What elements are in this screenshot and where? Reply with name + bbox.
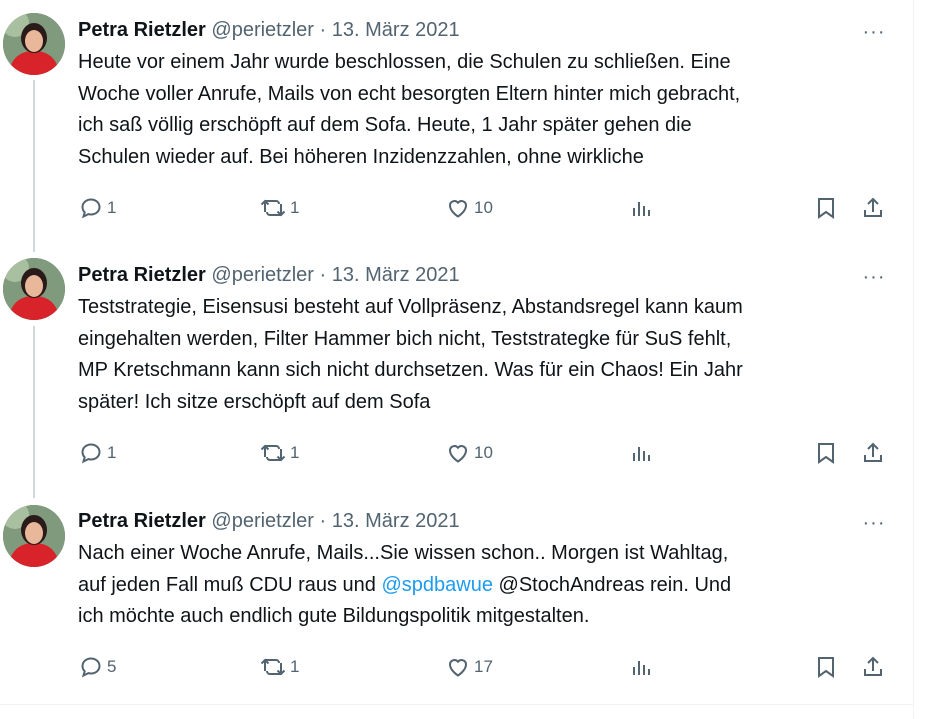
retweet-count: 1	[290, 657, 300, 676]
author-name[interactable]: Petra Rietzler	[78, 19, 206, 41]
share-icon	[864, 656, 882, 676]
tweet-actions: 1 1 10	[0, 196, 913, 226]
like-count: 10	[474, 443, 493, 462]
timeline-divider	[0, 704, 913, 705]
author-handle[interactable]: @perietzler	[211, 19, 314, 41]
heart-icon	[448, 200, 468, 218]
retweet-icon	[260, 658, 286, 676]
tweet-date[interactable]: 13. März 2021	[332, 510, 460, 532]
header-separator: ·	[319, 264, 327, 286]
more-options-icon[interactable]: ···	[860, 22, 888, 45]
share-button[interactable]	[861, 196, 885, 220]
author-name[interactable]: Petra Rietzler	[78, 510, 206, 532]
tweet-header: Petra Rietzler @perietzler · 13. März 20…	[78, 262, 460, 288]
tweet-text-line: MP Kretschmann kann sich nicht durchsetz…	[78, 359, 743, 381]
tweet-text: Nach einer Woche Anrufe, Mails...Sie wis…	[78, 538, 893, 633]
share-icon	[864, 197, 882, 217]
tweet-actions: 5 1 17	[0, 655, 913, 685]
author-handle[interactable]: @perietzler	[211, 264, 314, 286]
more-options-icon[interactable]: ···	[860, 267, 888, 290]
retweet-button[interactable]: 1	[260, 441, 299, 465]
author-name[interactable]: Petra Rietzler	[78, 264, 206, 286]
heart-icon	[448, 445, 468, 463]
text-segment: auf jeden Fall muß CDU raus und	[78, 573, 382, 596]
text-segment: @StochAndreas rein. Und	[492, 573, 732, 596]
heart-icon	[448, 659, 468, 677]
reply-count: 1	[107, 443, 117, 462]
bookmark-icon	[818, 657, 834, 678]
tweet-text-line: ich möchte auch endlich gute Bildungspol…	[78, 605, 590, 627]
author-handle[interactable]: @perietzler	[211, 510, 314, 532]
tweet-actions: 1 1 10	[0, 441, 913, 471]
views-button[interactable]	[629, 441, 653, 465]
tweet-text: Teststrategie, Eisensusi besteht auf Vol…	[78, 292, 893, 418]
like-button[interactable]: 17	[446, 655, 493, 679]
more-options-icon[interactable]: ···	[860, 513, 888, 536]
mention-link[interactable]: @spdbawue	[381, 574, 492, 596]
bookmark-button[interactable]	[814, 655, 838, 679]
tweet-2[interactable]: Petra Rietzler @perietzler · 13. März 20…	[0, 245, 913, 490]
retweet-button[interactable]: 1	[260, 655, 299, 679]
tweet-text-line: Heute vor einem Jahr wurde beschlossen, …	[78, 51, 731, 73]
tweet-text-line: auf jeden Fall muß CDU raus und @spdbawu…	[78, 570, 893, 602]
header-separator: ·	[319, 510, 327, 532]
tweet-text-line: Nach einer Woche Anrufe, Mails...Sie wis…	[78, 542, 729, 564]
tweet-text-line: Woche voller Anrufe, Mails von echt beso…	[78, 82, 741, 105]
views-button[interactable]	[629, 196, 653, 220]
tweet-text-line: Schulen wieder auf. Bei höheren Inzidenz…	[78, 145, 644, 168]
bookmark-button[interactable]	[814, 196, 838, 220]
views-chart-icon	[633, 202, 650, 216]
retweet-icon	[260, 199, 286, 217]
avatar[interactable]	[3, 13, 65, 75]
reply-icon	[81, 657, 101, 678]
retweet-button[interactable]: 1	[260, 196, 299, 220]
tweet-text-line: später! Ich sitze erschöpft auf dem Sofa	[78, 390, 431, 413]
tweet-header: Petra Rietzler @perietzler · 13. März 20…	[78, 508, 460, 534]
timeline-right-border	[913, 0, 914, 719]
bookmark-icon	[818, 443, 834, 464]
avatar[interactable]	[3, 505, 65, 567]
views-chart-icon	[633, 661, 650, 675]
tweet-1[interactable]: Petra Rietzler @perietzler · 13. März 20…	[0, 0, 913, 245]
reply-icon	[81, 198, 101, 219]
bookmark-icon	[818, 198, 834, 219]
reply-button[interactable]: 5	[79, 655, 116, 679]
reply-count: 1	[107, 198, 117, 217]
tweet-date[interactable]: 13. März 2021	[332, 264, 460, 286]
like-button[interactable]: 10	[446, 441, 493, 465]
views-button[interactable]	[629, 655, 653, 679]
avatar[interactable]	[3, 258, 65, 320]
share-icon	[864, 442, 882, 462]
views-chart-icon	[633, 447, 650, 461]
tweet-date[interactable]: 13. März 2021	[332, 19, 460, 41]
reply-icon	[81, 443, 101, 464]
tweet-text-line: ich saß völlig erschöpft auf dem Sofa. H…	[78, 114, 692, 136]
bookmark-button[interactable]	[814, 441, 838, 465]
retweet-icon	[260, 444, 286, 462]
tweet-text-line: Teststrategie, Eisensusi besteht auf Vol…	[78, 296, 743, 318]
reply-button[interactable]: 1	[79, 196, 116, 220]
header-separator: ·	[319, 19, 327, 41]
tweet-text-line: eingehalten werden, Filter Hammer bich n…	[78, 327, 732, 350]
like-count: 10	[474, 198, 493, 217]
like-button[interactable]: 10	[446, 196, 493, 220]
tweet-3[interactable]: Petra Rietzler @perietzler · 13. März 20…	[0, 490, 913, 704]
share-button[interactable]	[861, 655, 885, 679]
reply-count: 5	[107, 657, 117, 676]
share-button[interactable]	[861, 441, 885, 465]
tweet-text: Heute vor einem Jahr wurde beschlossen, …	[78, 47, 893, 173]
reply-button[interactable]: 1	[79, 441, 116, 465]
retweet-count: 1	[290, 443, 300, 462]
retweet-count: 1	[290, 198, 300, 217]
like-count: 17	[474, 657, 493, 676]
tweet-header: Petra Rietzler @perietzler · 13. März 20…	[78, 17, 460, 43]
